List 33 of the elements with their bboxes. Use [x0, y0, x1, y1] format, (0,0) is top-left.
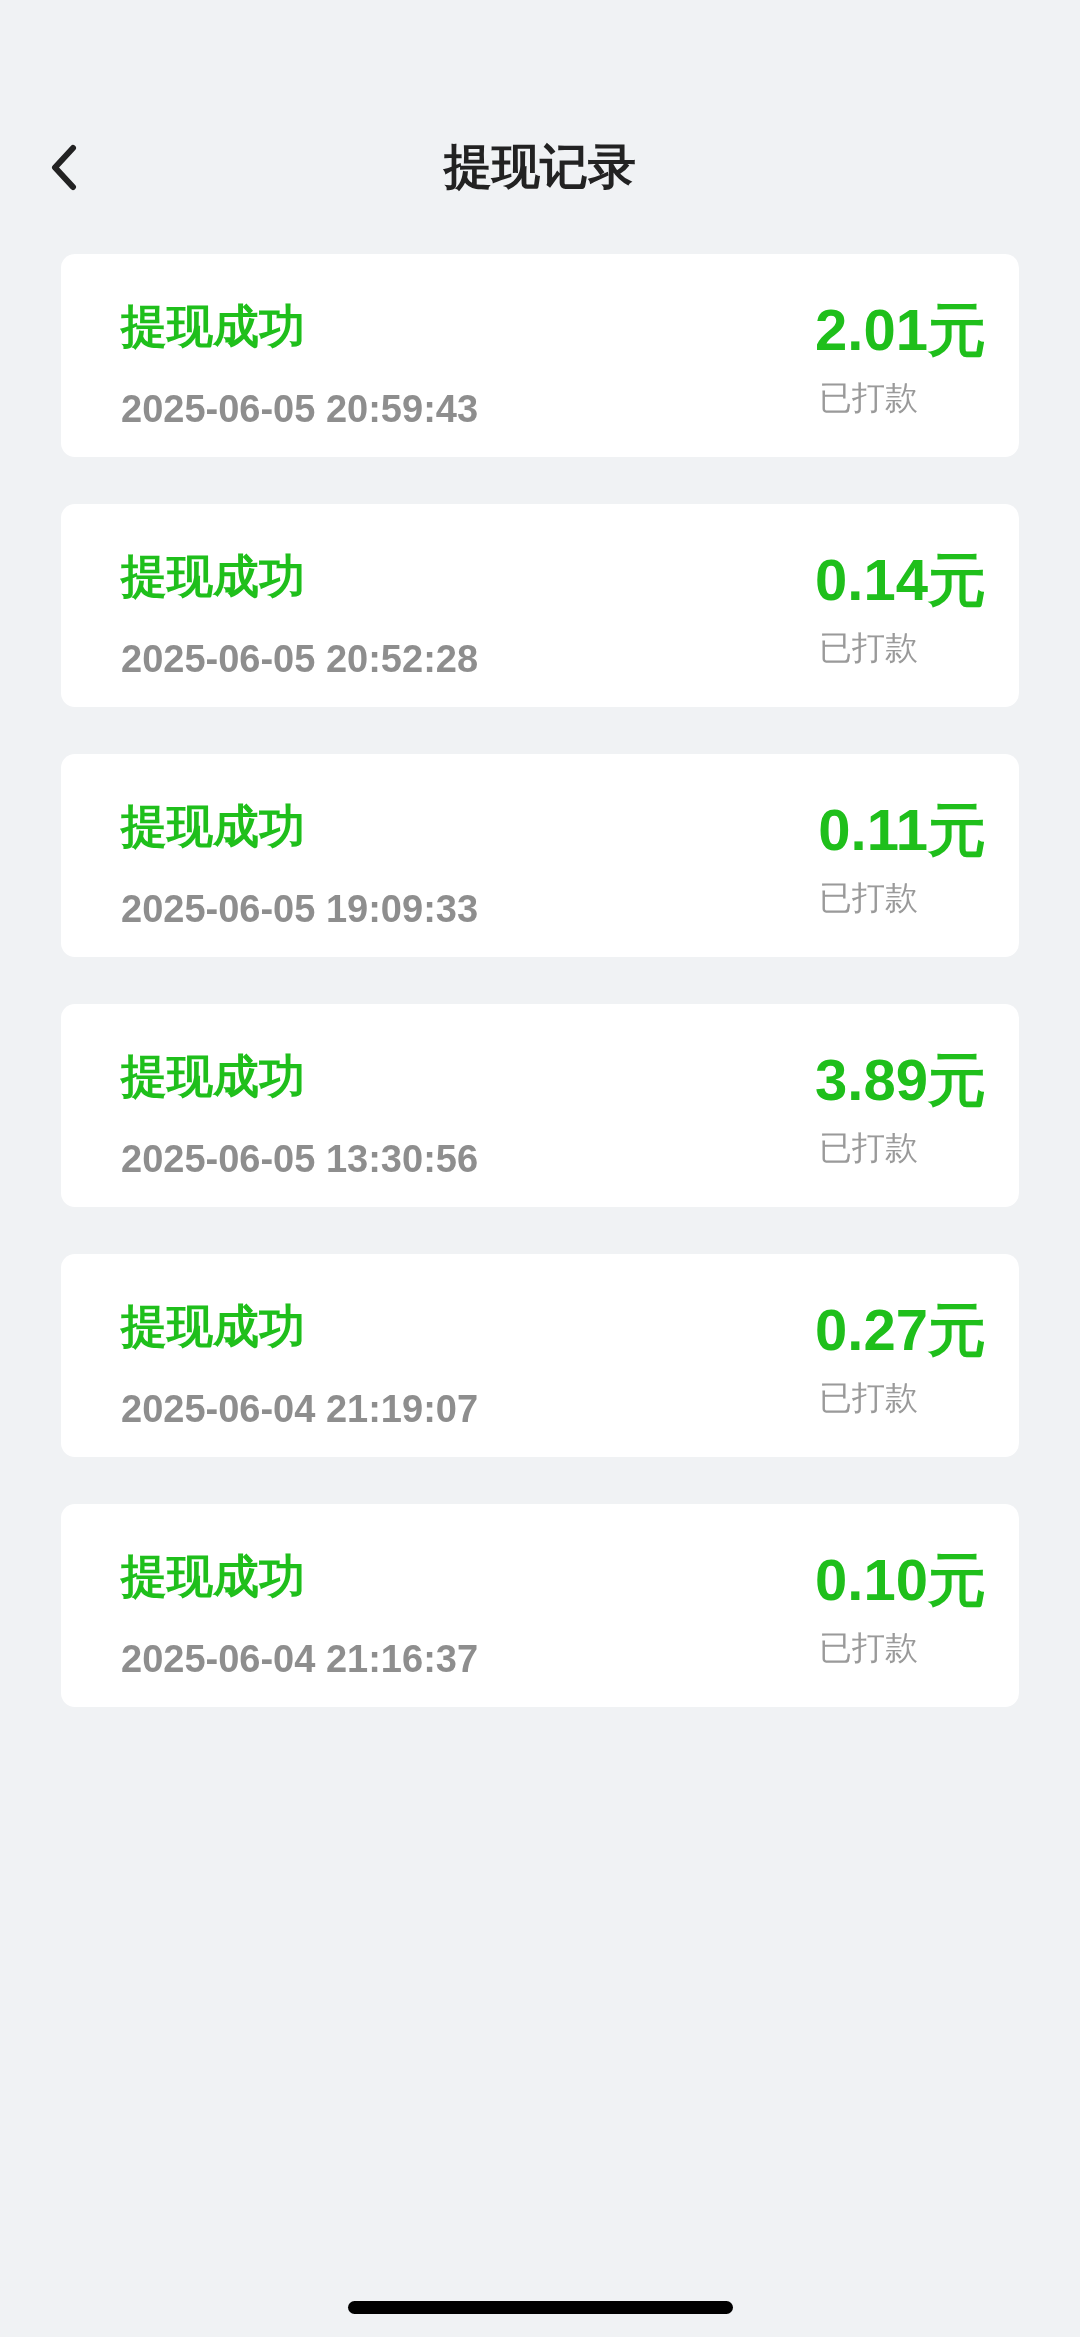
record-card[interactable]: 提现成功 2025-06-05 13:30:56 3.89元 已打款 [61, 1004, 1019, 1207]
record-card[interactable]: 提现成功 2025-06-05 20:59:43 2.01元 已打款 [61, 254, 1019, 457]
page-title: 提现记录 [444, 139, 636, 195]
record-status: 提现成功 [121, 1299, 305, 1354]
record-status: 提现成功 [121, 1549, 305, 1604]
payout-status: 已打款 [819, 629, 918, 666]
record-card[interactable]: 提现成功 2025-06-05 19:09:33 0.11元 已打款 [61, 754, 1019, 957]
record-time: 2025-06-04 21:19:07 [121, 1387, 479, 1432]
record-status: 提现成功 [121, 549, 305, 604]
record-time: 2025-06-05 13:30:56 [121, 1137, 479, 1182]
payout-status: 已打款 [819, 1129, 918, 1166]
record-card[interactable]: 提现成功 2025-06-05 20:52:28 0.14元 已打款 [61, 504, 1019, 707]
record-time: 2025-06-05 20:52:28 [121, 637, 479, 682]
payout-status: 已打款 [819, 1379, 918, 1416]
record-amount: 2.01元 [815, 298, 986, 362]
record-status: 提现成功 [121, 1049, 305, 1104]
record-amount: 0.14元 [815, 548, 986, 612]
record-card[interactable]: 提现成功 2025-06-04 21:19:07 0.27元 已打款 [61, 1254, 1019, 1457]
record-status: 提现成功 [121, 299, 305, 354]
back-button[interactable] [50, 143, 77, 191]
record-status: 提现成功 [121, 799, 305, 854]
record-time: 2025-06-05 20:59:43 [121, 387, 479, 432]
back-icon [50, 143, 77, 191]
record-time: 2025-06-05 19:09:33 [121, 887, 479, 932]
payout-status: 已打款 [819, 379, 918, 416]
record-amount: 0.11元 [818, 798, 986, 862]
record-amount: 0.10元 [815, 1548, 986, 1612]
payout-status: 已打款 [819, 1629, 918, 1666]
record-card[interactable]: 提现成功 2025-06-04 21:16:37 0.10元 已打款 [61, 1504, 1019, 1707]
record-amount: 0.27元 [815, 1298, 986, 1362]
record-amount: 3.89元 [815, 1048, 986, 1112]
payout-status: 已打款 [819, 879, 918, 916]
record-time: 2025-06-04 21:16:37 [121, 1637, 479, 1682]
